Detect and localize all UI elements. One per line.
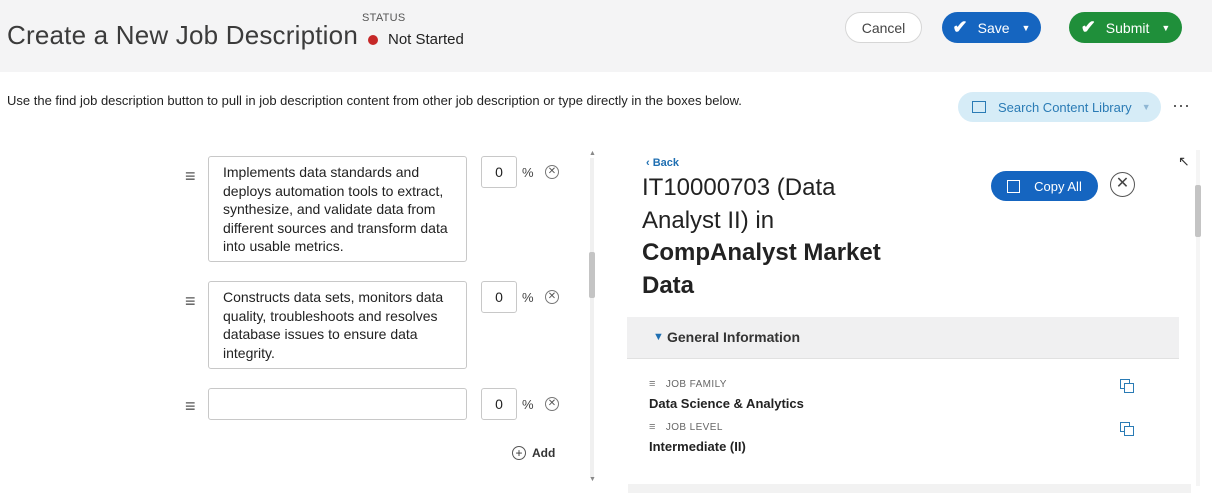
duty-row: ≡ Constructs data sets, monitors data qu… [180,281,575,369]
drag-handle-icon: ≡ [649,421,656,433]
save-button-label: Save [977,19,1010,36]
page-title: Create a New Job Description [7,20,358,50]
check-icon: ✔ [952,17,968,37]
submit-button-label: Submit [1105,19,1150,36]
close-icon[interactable]: ✕ [1110,172,1135,197]
copy-icon [1007,179,1021,193]
check-icon: ✔ [1080,17,1096,37]
remove-icon[interactable]: ✕ [545,290,559,304]
drag-handle-icon: ≡ [649,378,656,390]
duties-list: ≡ Implements data standards and deploys … [180,150,575,485]
scrollbar-track[interactable] [590,158,594,478]
back-label: Back [652,157,680,169]
search-library-icon [972,101,986,113]
percent-input[interactable]: 0 [481,388,517,420]
duty-text-box[interactable]: Implements data standards and deploys au… [208,156,467,262]
drag-handle-icon[interactable]: ≡ [185,167,201,185]
add-duty-button[interactable]: + Add [512,446,555,460]
duty-row: ≡ 0 % ✕ [180,388,575,420]
job-title-source: CompAnalyst Market Data [642,239,881,299]
section-title: General Information [667,329,801,345]
remove-icon[interactable]: ✕ [545,165,559,179]
add-label: Add [532,446,556,460]
scrollbar-thumb[interactable] [589,252,595,298]
mouse-cursor-icon: ↖ [1178,153,1190,169]
field-value-job-level: Intermediate (II) [649,439,746,454]
duty-text-box[interactable]: Constructs data sets, monitors data qual… [208,281,467,369]
drag-handle-icon[interactable]: ≡ [185,292,201,310]
section-header-general-information[interactable]: ▼ General Information [627,317,1179,359]
scroll-up-icon[interactable]: ▲ [589,150,596,157]
field-label-text: JOB FAMILY [665,379,727,390]
scroll-down-icon[interactable]: ▼ [589,476,596,483]
submit-button[interactable]: ✔ Submit ▼ [1069,12,1182,43]
job-title: IT10000703 (Data Analyst II) in CompAnal… [642,172,912,302]
field-label-job-family: ≡ JOB FAMILY [649,378,727,390]
scrollbar-thumb[interactable] [1195,185,1201,237]
drag-handle-icon[interactable]: ≡ [185,397,201,415]
more-options-icon[interactable]: ⋯ [1172,96,1191,117]
remove-icon[interactable]: ✕ [545,397,559,411]
copy-icon[interactable] [1120,379,1134,393]
duty-text-box[interactable] [208,388,467,420]
chevron-down-icon[interactable]: ▼ [1142,102,1151,112]
plus-icon: + [512,446,526,460]
status-dot-icon [368,35,378,45]
collapse-triangle-icon: ▼ [653,331,664,343]
cancel-button[interactable]: Cancel [845,12,922,43]
percent-input[interactable]: 0 [481,156,517,188]
field-value-job-family: Data Science & Analytics [649,396,804,411]
page-header: Create a New Job Description STATUS Not … [0,0,1212,72]
percent-sign: % [522,290,534,305]
field-label-text: JOB LEVEL [665,422,723,433]
search-content-library-button[interactable]: Search Content Library ▼ [958,92,1161,122]
status-value: Not Started [388,31,464,48]
chevron-down-icon[interactable]: ▼ [1161,23,1170,33]
content-library-panel: ‹ Back IT10000703 (Data Analyst II) in C… [615,150,1210,493]
duty-row: ≡ Implements data standards and deploys … [180,156,575,262]
copy-all-button[interactable]: Copy All [991,171,1098,201]
job-title-code: IT10000703 (Data Analyst II) in [642,174,836,234]
percent-sign: % [522,165,534,180]
back-link[interactable]: ‹ Back [646,157,679,169]
left-scrollbar[interactable]: ▲ ▼ [587,150,597,486]
copy-all-label: Copy All [1034,178,1082,194]
right-scrollbar[interactable] [1193,150,1203,486]
copy-icon[interactable] [1120,422,1134,436]
status-label: STATUS [362,12,406,24]
panel-bottom-strip [628,484,1191,493]
instructions-text: Use the find job description button to p… [7,93,742,108]
save-button[interactable]: ✔ Save ▼ [942,12,1041,43]
chevron-left-icon: ‹ [646,157,653,169]
search-library-label: Search Content Library [998,99,1132,115]
cancel-button-label: Cancel [861,19,906,36]
chevron-down-icon[interactable]: ▼ [1022,23,1031,33]
field-label-job-level: ≡ JOB LEVEL [649,421,723,433]
percent-input[interactable]: 0 [481,281,517,313]
percent-sign: % [522,397,534,412]
